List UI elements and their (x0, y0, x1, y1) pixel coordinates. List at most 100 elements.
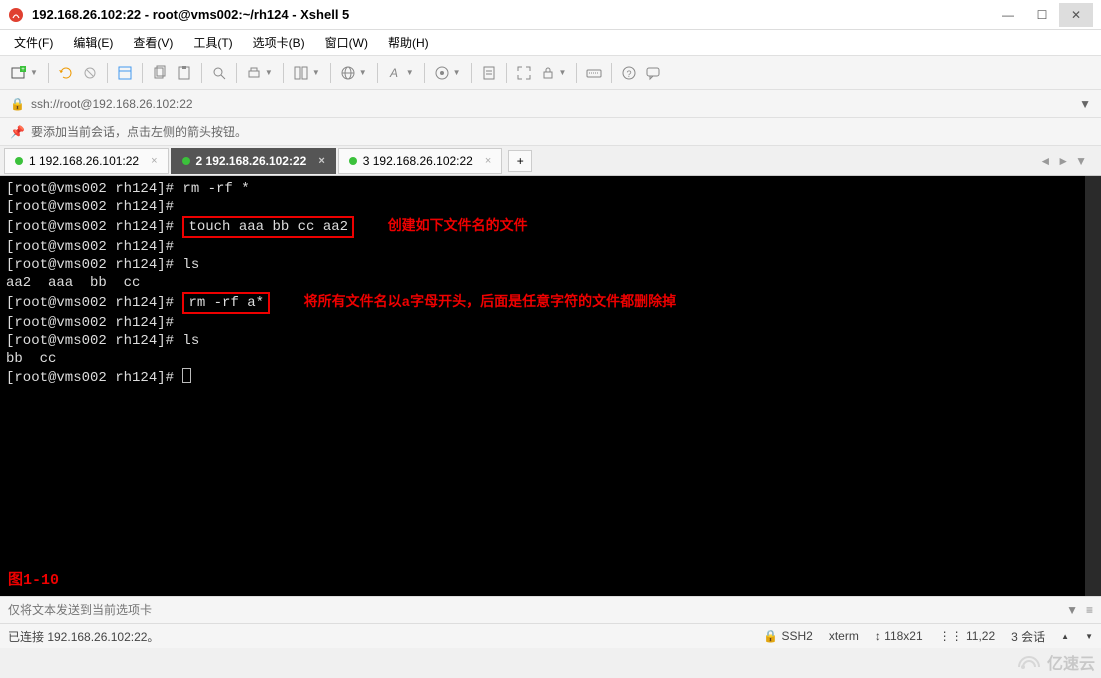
sessions-up-icon[interactable]: ▲ (1061, 632, 1069, 641)
tab-label: 3 192.168.26.102:22 (363, 154, 473, 168)
window-controls: — ☐ ✕ (991, 3, 1093, 27)
reconnect-icon[interactable] (55, 62, 77, 84)
chevron-down-icon[interactable]: ▼ (265, 68, 273, 77)
chevron-down-icon[interactable]: ▼ (1075, 154, 1087, 168)
compose-bar: ▼ ≡ (0, 596, 1101, 624)
terminal-content[interactable]: [root@vms002 rh124]# rm -rf * [root@vms0… (6, 180, 1095, 387)
separator (576, 63, 577, 83)
lock-icon: 🔒 (10, 97, 25, 111)
svg-text:?: ? (627, 69, 632, 79)
status-sessions: 3 会话 (1011, 628, 1045, 645)
watermark-text: 亿速云 (1047, 650, 1095, 674)
sessions-down-icon[interactable]: ▼ (1085, 632, 1093, 641)
chevron-down-icon[interactable]: ▼ (30, 68, 38, 77)
menu-edit[interactable]: 编辑(E) (67, 32, 119, 53)
status-bar: 已连接 192.168.26.102:22。 🔒 SSH2 xterm ↕ 11… (0, 624, 1101, 648)
status-dot-icon (349, 157, 357, 165)
session-tab-3[interactable]: 3 192.168.26.102:22 × (338, 148, 503, 174)
copy-icon[interactable] (149, 62, 171, 84)
address-bar: 🔒 ssh://root@192.168.26.102:22 ▼ (0, 90, 1101, 118)
separator (142, 63, 143, 83)
separator (283, 63, 284, 83)
menu-view[interactable]: 查看(V) (127, 32, 179, 53)
chevron-down-icon[interactable]: ▼ (312, 68, 320, 77)
globe-icon[interactable] (337, 62, 359, 84)
svg-text:+: + (21, 67, 25, 73)
menu-tab[interactable]: 选项卡(B) (247, 32, 311, 53)
lock-icon[interactable] (537, 62, 559, 84)
separator (611, 63, 612, 83)
chevron-down-icon[interactable]: ▼ (559, 68, 567, 77)
window-title: 192.168.26.102:22 - root@vms002:~/rh124 … (32, 7, 991, 22)
menu-file[interactable]: 文件(F) (8, 32, 59, 53)
properties-icon[interactable] (114, 62, 136, 84)
menu-window[interactable]: 窗口(W) (319, 32, 374, 53)
menu-lines-icon[interactable]: ≡ (1086, 603, 1093, 617)
layout-icon[interactable] (290, 62, 312, 84)
fullscreen-icon[interactable] (513, 62, 535, 84)
title-bar: 192.168.26.102:22 - root@vms002:~/rh124 … (0, 0, 1101, 30)
close-button[interactable]: ✕ (1059, 3, 1093, 27)
figure-label: 图1-10 (8, 572, 59, 590)
chevron-down-icon[interactable]: ▼ (406, 68, 414, 77)
status-dot-icon (182, 157, 190, 165)
tab-prev-icon[interactable]: ◄ (1039, 154, 1051, 168)
separator (201, 63, 202, 83)
tab-bar: 1 192.168.26.101:22 × 2 192.168.26.102:2… (0, 146, 1101, 176)
maximize-button[interactable]: ☐ (1025, 3, 1059, 27)
close-icon[interactable]: × (151, 155, 157, 167)
script-icon[interactable] (478, 62, 500, 84)
tab-next-icon[interactable]: ► (1057, 154, 1069, 168)
separator (377, 63, 378, 83)
status-term: xterm (829, 629, 859, 643)
separator (107, 63, 108, 83)
watermark: 亿速云 (1015, 650, 1095, 674)
tab-navigation: ◄ ► ▼ (1039, 154, 1097, 168)
session-tab-1[interactable]: 1 192.168.26.101:22 × (4, 148, 169, 174)
terminal-scrollbar[interactable] (1085, 176, 1101, 596)
chevron-down-icon[interactable]: ▼ (359, 68, 367, 77)
status-size: ↕ 118x21 (875, 629, 923, 643)
chat-icon[interactable] (642, 62, 664, 84)
separator (330, 63, 331, 83)
print-icon[interactable] (243, 62, 265, 84)
keyboard-icon[interactable] (583, 62, 605, 84)
find-icon[interactable] (208, 62, 230, 84)
status-dot-icon (15, 157, 23, 165)
minimize-button[interactable]: — (991, 3, 1025, 27)
separator (236, 63, 237, 83)
terminal[interactable]: [root@vms002 rh124]# rm -rf * [root@vms0… (0, 176, 1101, 596)
tab-label: 2 192.168.26.102:22 (196, 154, 307, 168)
new-session-icon[interactable]: + (8, 62, 30, 84)
address-url[interactable]: ssh://root@192.168.26.102:22 (31, 97, 193, 111)
status-connected: 已连接 192.168.26.102:22。 (8, 628, 763, 645)
hint-bar: 📌 要添加当前会话，点击左侧的箭头按钮。 (0, 118, 1101, 146)
paste-icon[interactable] (173, 62, 195, 84)
session-tab-2[interactable]: 2 192.168.26.102:22 × (171, 148, 336, 174)
tab-label: 1 192.168.26.101:22 (29, 154, 139, 168)
separator (506, 63, 507, 83)
separator (471, 63, 472, 83)
separator (48, 63, 49, 83)
svg-text:A: A (389, 66, 398, 80)
chevron-down-icon[interactable]: ▼ (1066, 603, 1078, 617)
toolbar: + ▼ ▼ ▼ ▼ A ▼ ▼ ▼ ? (0, 56, 1101, 90)
hint-text: 要添加当前会话，点击左侧的箭头按钮。 (31, 123, 247, 140)
disconnect-icon[interactable] (79, 62, 101, 84)
pin-icon[interactable]: 📌 (10, 125, 25, 139)
chevron-down-icon[interactable]: ▼ (453, 68, 461, 77)
separator (424, 63, 425, 83)
color-scheme-icon[interactable] (431, 62, 453, 84)
close-icon[interactable]: × (485, 155, 491, 167)
status-pos: ⋮⋮ 11,22 (939, 629, 995, 643)
status-proto: 🔒 SSH2 (763, 629, 813, 643)
menu-help[interactable]: 帮助(H) (382, 32, 435, 53)
chevron-down-icon[interactable]: ▼ (1079, 97, 1091, 111)
close-icon[interactable]: × (318, 155, 324, 167)
font-icon[interactable]: A (384, 62, 406, 84)
compose-input[interactable] (8, 603, 1066, 617)
help-icon[interactable]: ? (618, 62, 640, 84)
app-icon (8, 7, 24, 23)
add-tab-button[interactable]: + (508, 150, 532, 172)
menu-tools[interactable]: 工具(T) (187, 32, 238, 53)
